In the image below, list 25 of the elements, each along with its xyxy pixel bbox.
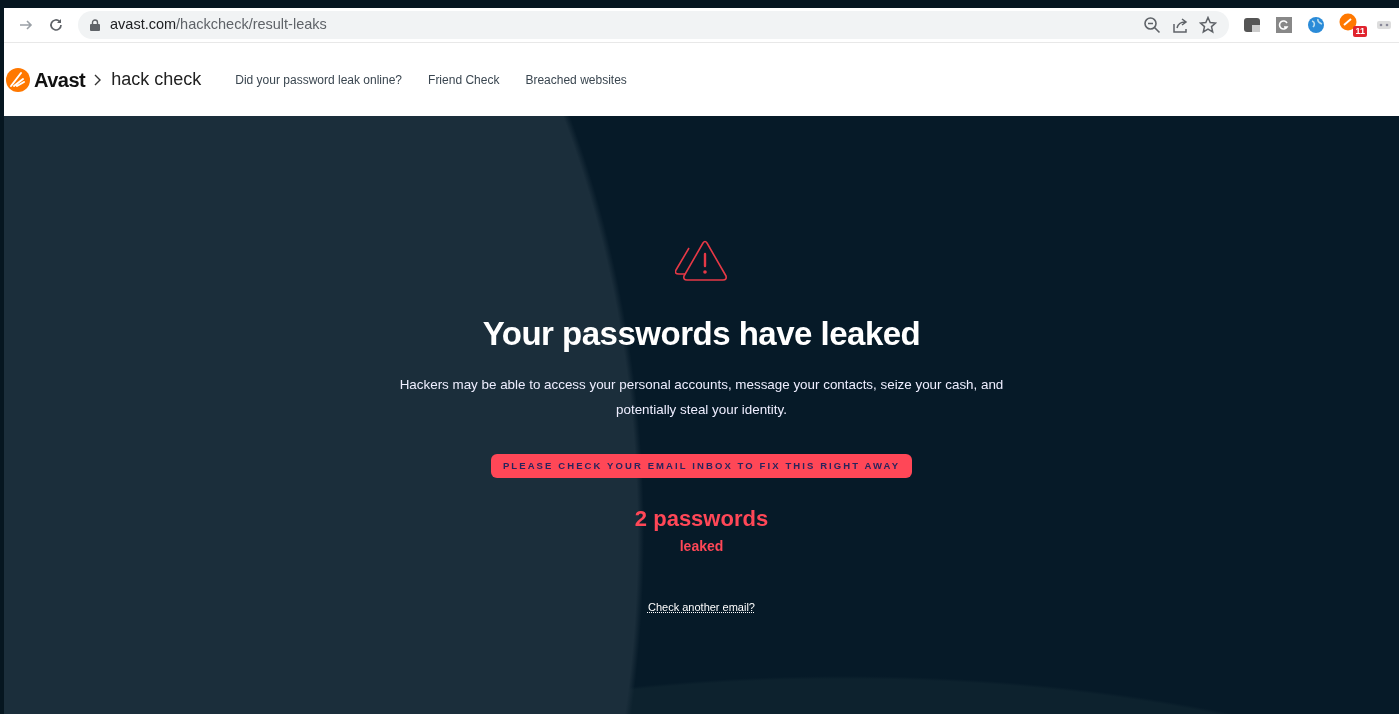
check-another-email-link[interactable]: Check another email? — [648, 599, 755, 616]
description-text: Hackers may be able to access your personal accounts, message your contacts, seize your cash, and potentially steal your identity. — [398, 375, 1005, 419]
avast-logo[interactable]: Avast — [6, 64, 86, 95]
alert-button[interactable]: PLEASE CHECK YOUR EMAIL INBOX TO FIX THIS RIGHT AWAY — [490, 453, 913, 478]
url-text: avast.com/hackcheck/result-leaks — [110, 15, 327, 35]
lock-icon — [90, 19, 100, 31]
g-extension-icon[interactable] — [1275, 16, 1293, 34]
warning-icon — [674, 240, 729, 282]
address-bar[interactable]: avast.com/hackcheck/result-leaks — [78, 11, 1229, 39]
extension-badge: 11 — [1353, 26, 1367, 37]
reload-icon[interactable] — [48, 17, 64, 33]
leak-count-label: leaked — [679, 537, 724, 557]
extension-icon[interactable] — [1243, 16, 1261, 34]
share-icon[interactable] — [1171, 16, 1189, 34]
nav-link[interactable]: Friend Check — [428, 70, 500, 89]
globe-icon[interactable] — [1307, 16, 1325, 34]
leak-count: 2 passwords — [634, 505, 769, 533]
star-icon[interactable] — [1199, 16, 1217, 34]
zoom-out-icon[interactable] — [1143, 16, 1161, 34]
nav-link[interactable]: Breached websites — [525, 70, 627, 89]
avast-extension-icon — [1339, 13, 1357, 31]
section-title: hack check — [111, 68, 202, 91]
page-title: Your passwords have leaked — [482, 314, 921, 354]
nav-link[interactable]: Did your password leak online? — [235, 70, 403, 89]
extension-icon[interactable] — [1377, 20, 1391, 30]
